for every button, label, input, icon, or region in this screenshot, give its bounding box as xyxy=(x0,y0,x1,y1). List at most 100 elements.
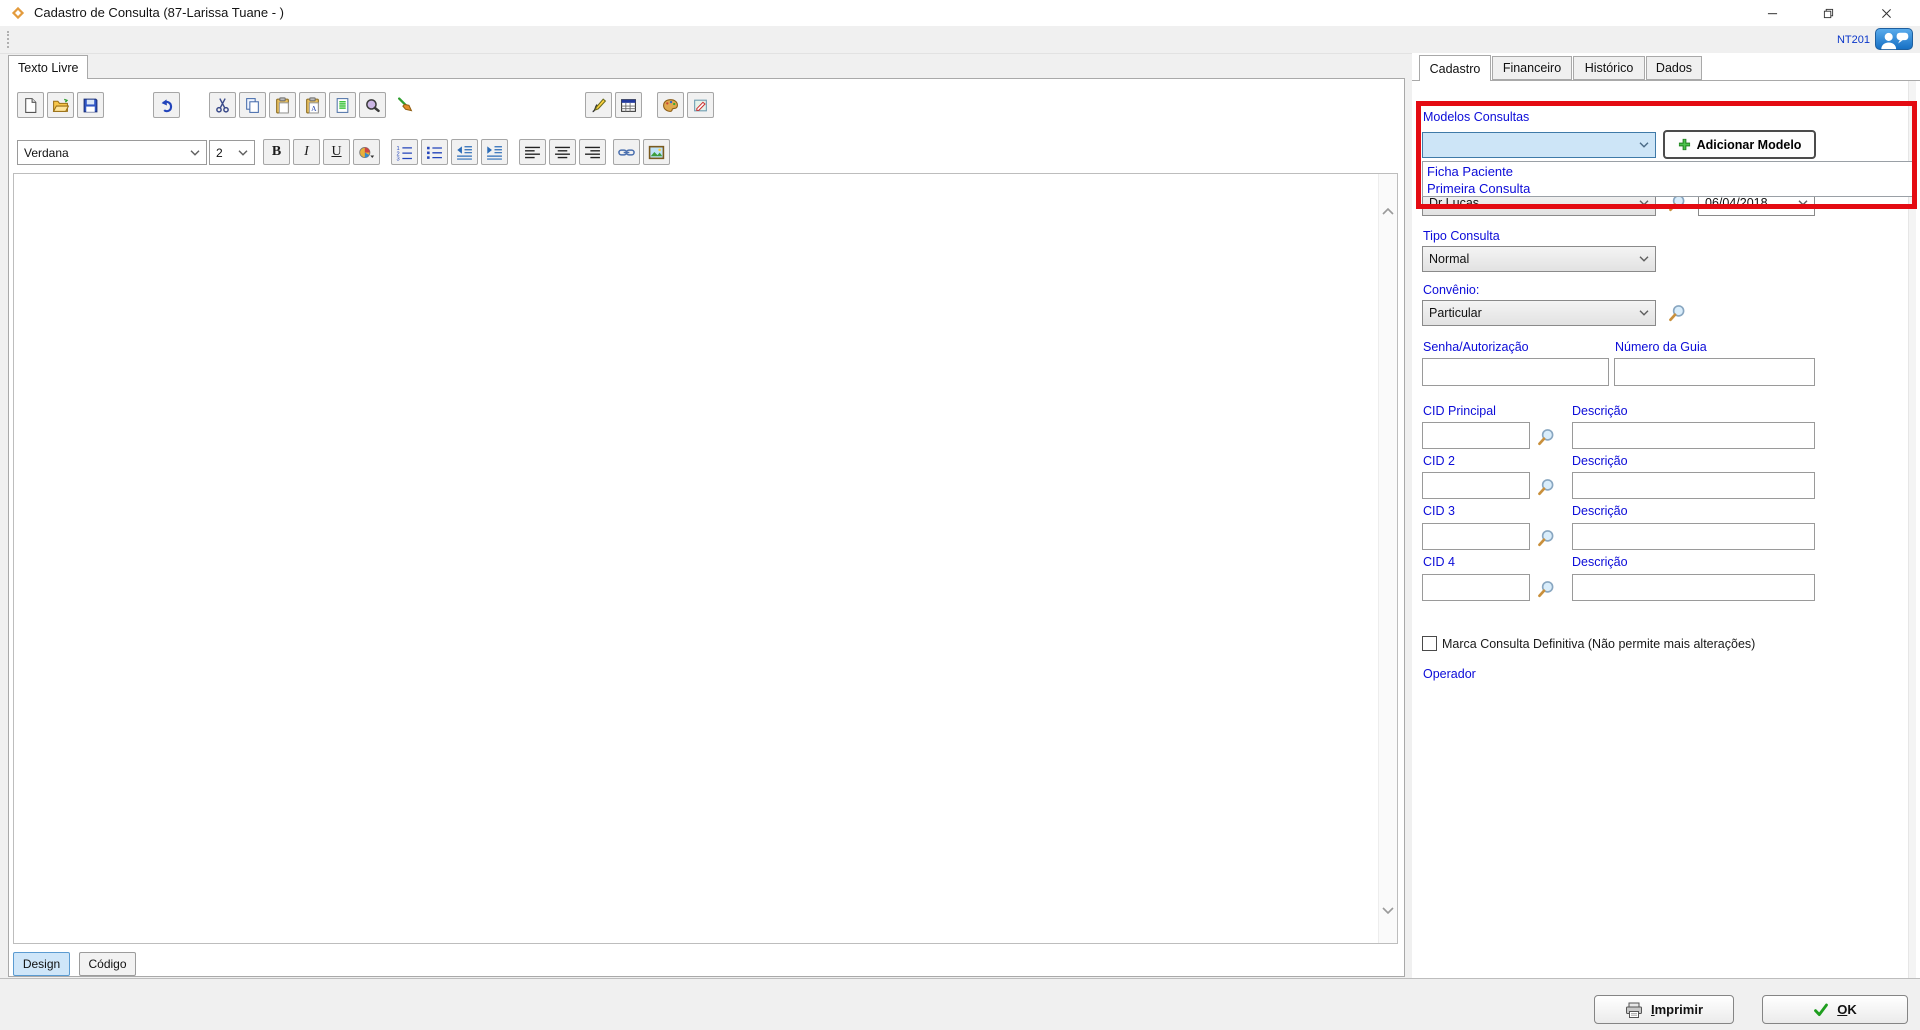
editor-scrollbar[interactable] xyxy=(1378,174,1397,943)
font-color-icon xyxy=(358,144,375,161)
cid3-input[interactable] xyxy=(1422,523,1530,550)
page-edit-button[interactable] xyxy=(687,92,714,118)
ok-label: OK xyxy=(1837,1002,1857,1017)
copy-button[interactable] xyxy=(239,92,266,118)
tipo-consulta-label: Tipo Consulta xyxy=(1423,229,1500,243)
cid2-input[interactable] xyxy=(1422,472,1530,499)
search-magnifier-icon xyxy=(1536,477,1556,497)
window-restore-button[interactable] xyxy=(1805,0,1851,26)
cid4-input[interactable] xyxy=(1422,574,1530,601)
data-consulta-value: 06/04/2018 xyxy=(1705,196,1768,210)
open-folder-icon xyxy=(52,97,69,114)
cut-button[interactable] xyxy=(209,92,236,118)
tipo-consulta-value: Normal xyxy=(1429,252,1469,266)
format-brush-icon xyxy=(396,97,413,114)
modelos-consultas-select[interactable] xyxy=(1422,132,1656,158)
find-button[interactable] xyxy=(359,92,386,118)
paste-text-button[interactable]: A xyxy=(299,92,326,118)
cid2-desc-label: Descrição xyxy=(1572,454,1628,468)
copy-icon xyxy=(244,97,261,114)
cid-principal-desc-input[interactable] xyxy=(1572,422,1815,449)
numbered-list-button[interactable]: 123 xyxy=(391,139,418,165)
tab-historico[interactable]: Histórico xyxy=(1573,56,1645,80)
insert-table-button[interactable] xyxy=(615,92,642,118)
operador-label: Operador xyxy=(1423,667,1476,681)
senha-input[interactable] xyxy=(1422,358,1609,386)
modelos-consultas-label: Modelos Consultas xyxy=(1423,110,1529,124)
modelos-dropdown-list: Ficha Paciente Primeira Consulta xyxy=(1422,161,1915,197)
font-name-select[interactable]: Verdana xyxy=(17,140,207,165)
align-center-button[interactable] xyxy=(549,139,576,165)
scroll-down-button[interactable] xyxy=(1379,901,1397,919)
save-button[interactable] xyxy=(77,92,104,118)
toolbar-gripper[interactable] xyxy=(7,31,9,48)
adicionar-modelo-button[interactable]: Adicionar Modelo xyxy=(1663,130,1816,159)
convenio-select[interactable]: Particular xyxy=(1422,300,1656,326)
convenio-search-button[interactable] xyxy=(1667,303,1687,323)
tab-dados[interactable]: Dados xyxy=(1646,56,1702,80)
insert-image-button[interactable] xyxy=(643,139,670,165)
editor-page: A Verdana 2 B I U 123 xyxy=(8,78,1405,977)
underline-button[interactable]: U xyxy=(323,139,350,165)
cid4-desc-input[interactable] xyxy=(1572,574,1815,601)
definitiva-checkbox[interactable] xyxy=(1422,636,1437,651)
tab-texto-livre-label: Texto Livre xyxy=(18,61,78,75)
paste-button[interactable] xyxy=(269,92,296,118)
window-minimize-button[interactable] xyxy=(1749,0,1795,26)
underline-icon: U xyxy=(331,144,341,160)
user-chat-button[interactable] xyxy=(1875,28,1913,50)
increase-indent-button[interactable] xyxy=(481,139,508,165)
window-close-button[interactable] xyxy=(1863,0,1909,26)
increase-indent-icon xyxy=(486,144,503,161)
tab-codigo[interactable]: Código xyxy=(79,952,136,976)
hyperlink-button[interactable] xyxy=(613,139,640,165)
editor-canvas[interactable] xyxy=(13,173,1398,944)
dropdown-option-ficha-paciente[interactable]: Ficha Paciente xyxy=(1427,163,1914,180)
cid3-desc-input[interactable] xyxy=(1572,523,1815,550)
ok-button[interactable]: OK xyxy=(1762,995,1908,1024)
bold-button[interactable]: B xyxy=(263,139,290,165)
italic-button[interactable]: I xyxy=(293,139,320,165)
new-document-button[interactable] xyxy=(17,92,44,118)
scroll-up-button[interactable] xyxy=(1379,202,1397,220)
undo-button[interactable] xyxy=(153,92,180,118)
document-lines-icon xyxy=(334,97,351,114)
tab-design-label: Design xyxy=(23,957,60,971)
guia-input[interactable] xyxy=(1614,358,1815,386)
chevron-down-icon xyxy=(1798,200,1808,206)
tab-design[interactable]: Design xyxy=(13,952,70,976)
format-brush-button[interactable] xyxy=(391,92,418,118)
align-left-button[interactable] xyxy=(519,139,546,165)
font-size-select[interactable]: 2 xyxy=(209,140,255,165)
align-left-icon xyxy=(524,144,541,161)
align-right-button[interactable] xyxy=(579,139,606,165)
font-color-button[interactable] xyxy=(353,139,380,165)
panel-scrollbar[interactable] xyxy=(1908,81,1916,978)
imprimir-label: Imprimir xyxy=(1651,1002,1703,1017)
cid-principal-input[interactable] xyxy=(1422,422,1530,449)
cid2-label: CID 2 xyxy=(1423,454,1455,468)
decrease-indent-button[interactable] xyxy=(451,139,478,165)
bullet-list-button[interactable] xyxy=(421,139,448,165)
tipo-consulta-select[interactable]: Normal xyxy=(1422,246,1656,272)
tab-cadastro-label: Cadastro xyxy=(1430,62,1481,76)
signature-pen-button[interactable] xyxy=(585,92,612,118)
palette-button[interactable] xyxy=(657,92,684,118)
cid3-search-button[interactable] xyxy=(1536,528,1556,548)
document-lines-button[interactable] xyxy=(329,92,356,118)
dropdown-option-primeira-consulta[interactable]: Primeira Consulta xyxy=(1427,180,1914,197)
tab-cadastro[interactable]: Cadastro xyxy=(1419,55,1491,81)
tab-texto-livre[interactable]: Texto Livre xyxy=(8,55,88,79)
cid2-desc-input[interactable] xyxy=(1572,472,1815,499)
page-edit-icon xyxy=(692,97,709,114)
app-diamond-icon xyxy=(10,5,26,21)
open-button[interactable] xyxy=(47,92,74,118)
convenio-label: Convênio: xyxy=(1423,283,1479,297)
cid-principal-search-button[interactable] xyxy=(1536,427,1556,447)
cid-principal-label: CID Principal xyxy=(1423,404,1496,418)
cid2-search-button[interactable] xyxy=(1536,477,1556,497)
tab-financeiro[interactable]: Financeiro xyxy=(1492,56,1572,80)
cid4-search-button[interactable] xyxy=(1536,579,1556,599)
imprimir-button[interactable]: Imprimir xyxy=(1594,995,1734,1024)
font-size-value: 2 xyxy=(216,146,223,160)
